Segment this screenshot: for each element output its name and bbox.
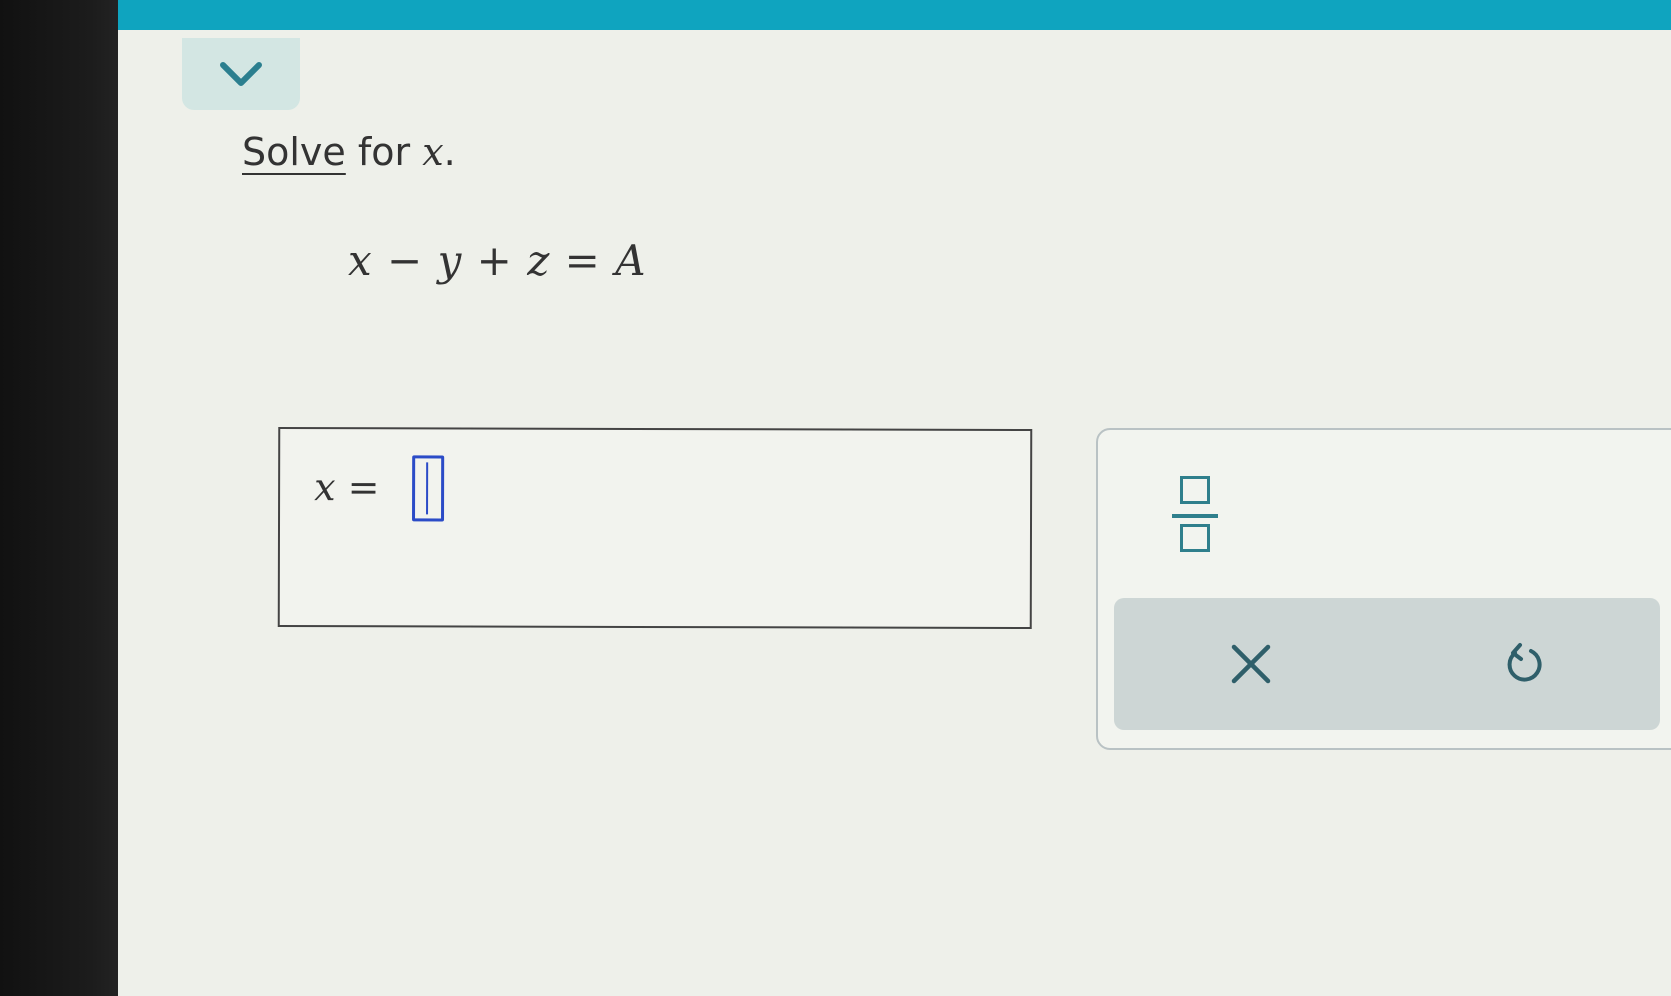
question-prompt: Solve for x.: [242, 130, 456, 174]
equation: x − y + z = A: [348, 236, 647, 285]
undo-button[interactable]: [1474, 614, 1574, 714]
answer-variable: x: [314, 465, 336, 510]
screen: Solve for x. x − y + z = A x =: [118, 0, 1671, 996]
prompt-end-text: .: [443, 130, 456, 174]
prompt-middle-text: for: [345, 130, 423, 174]
text-cursor: [426, 462, 429, 515]
math-tool-panel: [1096, 428, 1671, 750]
prompt-variable: x: [422, 130, 444, 174]
collapse-toggle-button[interactable]: [182, 38, 300, 110]
answer-lhs: x =: [314, 465, 379, 509]
solve-link[interactable]: Solve: [242, 130, 346, 174]
action-row: [1114, 598, 1660, 730]
answer-box[interactable]: x =: [277, 427, 1033, 629]
clear-button[interactable]: [1201, 614, 1301, 714]
screen-bezel: [0, 0, 130, 996]
undo-icon: [1507, 643, 1542, 682]
close-icon: [1231, 644, 1270, 684]
answer-input[interactable]: [412, 455, 445, 522]
top-bar: [118, 0, 1671, 30]
answer-equals: =: [335, 465, 380, 510]
fraction-button[interactable]: [1166, 468, 1226, 564]
chevron-down-icon: [220, 62, 262, 86]
